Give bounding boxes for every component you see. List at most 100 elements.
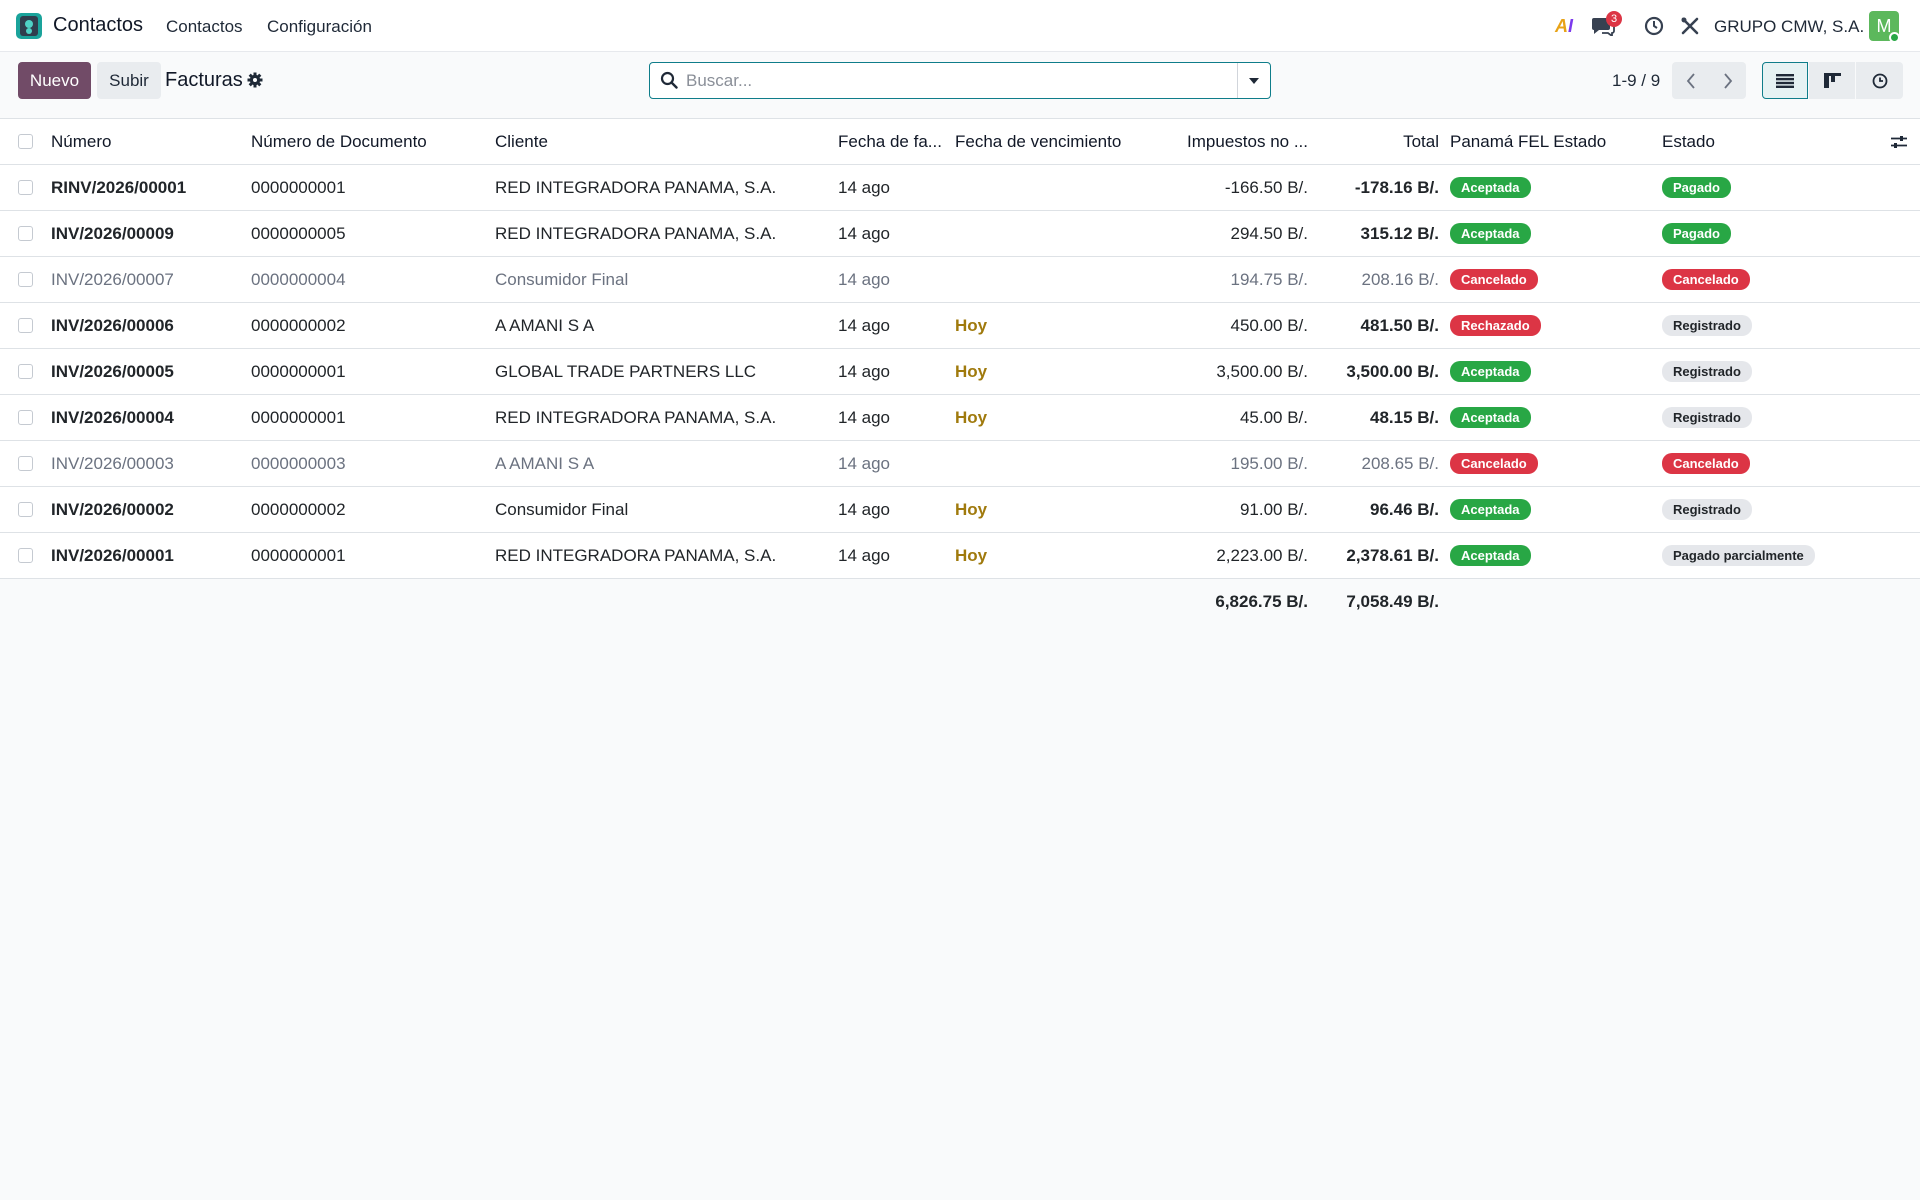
cell-documento: 0000000001 [251,545,346,565]
row-checkbox[interactable] [18,395,34,440]
tools-icon[interactable] [1679,13,1701,39]
cell-numero: RINV/2026/00001 [51,177,187,197]
cell-documento: 0000000005 [251,223,346,243]
row-checkbox[interactable] [18,211,34,256]
ai-icon[interactable]: AI [1552,13,1576,39]
fel-status-badge: Aceptada [1450,223,1531,244]
row-checkbox[interactable] [18,303,34,348]
cell-numero: INV/2026/00007 [51,269,174,289]
col-header-documento[interactable]: Número de Documento [251,119,481,164]
col-header-cliente[interactable]: Cliente [495,119,825,164]
cell-cliente: RED INTEGRADORA PANAMA, S.A. [495,177,777,197]
cell-numero: INV/2026/00009 [51,223,174,243]
col-header-fecha[interactable]: Fecha de fa... [838,119,941,164]
table-row[interactable]: INV/2026/00006 0000000002 A AMANI S A 14 ag… [0,303,1920,349]
activity-view-button[interactable] [1856,62,1903,99]
cell-total: 3,500.00 B/. [1346,361,1439,381]
new-button[interactable]: Nuevo [18,62,91,99]
status-badge: Pagado [1662,223,1731,244]
gear-icon[interactable] [246,71,264,89]
row-checkbox[interactable] [18,165,34,210]
table-row[interactable]: RINV/2026/00001 0000000001 RED INTEGRADORA… [0,165,1920,211]
pager-next-button[interactable] [1709,62,1746,99]
cell-impuestos: 294.50 B/. [1230,223,1308,243]
invoice-table: Número Número de Documento Cliente Fecha… [0,118,1920,625]
col-header-impuestos[interactable]: Impuestos no ... [1150,119,1308,164]
cell-fecha: 14 ago [838,177,890,197]
menu-configuracion[interactable]: Configuración [267,17,372,37]
cell-documento: 0000000002 [251,499,346,519]
cell-numero: INV/2026/00005 [51,361,174,381]
col-header-estado[interactable]: Estado [1662,119,1862,164]
optional-columns-icon[interactable] [1890,119,1910,164]
table-row[interactable]: INV/2026/00004 0000000001 RED INTEGRADORA … [0,395,1920,441]
table-row[interactable]: INV/2026/00007 0000000004 Consumidor Final… [0,257,1920,303]
cell-cliente: RED INTEGRADORA PANAMA, S.A. [495,407,777,427]
cell-vencimiento: Hoy [955,499,988,519]
cell-cliente: GLOBAL TRADE PARTNERS LLC [495,361,757,381]
row-checkbox[interactable] [18,533,34,578]
col-header-total[interactable]: Total [1312,119,1439,164]
cell-total: 48.15 B/. [1370,407,1439,427]
cell-documento: 0000000001 [251,361,346,381]
cell-vencimiento [955,211,1130,256]
col-header-numero[interactable]: Número [51,119,241,164]
cell-documento: 0000000003 [251,453,346,473]
cell-fecha: 14 ago [838,269,890,289]
menu-contactos[interactable]: Contactos [166,17,243,37]
row-checkbox[interactable] [18,349,34,394]
cell-impuestos: 91.00 B/. [1239,499,1308,519]
cell-cliente: Consumidor Final [495,269,629,289]
select-all-checkbox[interactable] [18,119,34,164]
company-switcher[interactable]: GRUPO CMW, S.A. [1714,17,1864,37]
table-row[interactable]: INV/2026/00005 0000000001 GLOBAL TRADE PAR… [0,349,1920,395]
cell-cliente: A AMANI S A [495,453,595,473]
total-total: 7,058.49 B/. [1346,592,1439,611]
cell-vencimiento: Hoy [955,545,988,565]
clock-icon [1872,73,1887,88]
kanban-icon [1823,73,1841,88]
cell-cliente: A AMANI S A [495,315,595,335]
cell-impuestos: 195.00 B/. [1230,453,1308,473]
fel-status-badge: Aceptada [1450,407,1531,428]
cell-vencimiento [955,441,1130,486]
cell-cliente: Consumidor Final [495,499,629,519]
status-badge: Pagado [1662,177,1731,198]
search-options-toggle[interactable] [1237,63,1270,98]
app-name[interactable]: Contactos [53,14,143,37]
message-count-badge: 3 [1606,11,1623,27]
cell-total: -178.16 B/. [1354,177,1439,197]
status-badge: Registrado [1662,361,1752,382]
clock-icon[interactable] [1643,13,1665,39]
table-row[interactable]: INV/2026/00002 0000000002 Consumidor Final… [0,487,1920,533]
fel-status-badge: Aceptada [1450,499,1531,520]
kanban-view-button[interactable] [1809,62,1855,99]
cell-impuestos: 45.00 B/. [1239,407,1308,427]
cell-documento: 0000000001 [251,177,346,197]
fel-status-badge: Aceptada [1450,361,1531,382]
pager-value[interactable]: 1-9 / 9 [1612,71,1660,91]
row-checkbox[interactable] [18,487,34,532]
col-header-vencimiento[interactable]: Fecha de vencimiento [955,119,1130,164]
cell-fecha: 14 ago [838,407,890,427]
table-header: Número Número de Documento Cliente Fecha… [0,118,1920,165]
top-navbar: Contactos Contactos Configuración AI 3 G… [0,0,1920,52]
list-icon [1776,73,1794,88]
fel-status-badge: Cancelado [1450,453,1538,474]
cell-fecha: 14 ago [838,499,890,519]
row-checkbox[interactable] [18,257,34,302]
col-header-fel[interactable]: Panamá FEL Estado [1450,119,1650,164]
search-input[interactable] [686,64,1236,97]
table-row[interactable]: INV/2026/00003 0000000003 A AMANI S A 14 ag… [0,441,1920,487]
pager-previous-button[interactable] [1672,62,1709,99]
cell-documento: 0000000001 [251,407,346,427]
table-row[interactable]: INV/2026/00001 0000000001 RED INTEGRADORA … [0,533,1920,579]
table-row[interactable]: INV/2026/00009 0000000005 RED INTEGRADORA … [0,211,1920,257]
row-checkbox[interactable] [18,441,34,486]
cell-fecha: 14 ago [838,315,890,335]
cell-total: 2,378.61 B/. [1346,545,1439,565]
upload-button[interactable]: Subir [97,62,161,99]
cell-vencimiento: Hoy [955,361,988,381]
list-view-button[interactable] [1762,62,1808,99]
contacts-app-icon[interactable] [16,13,42,39]
